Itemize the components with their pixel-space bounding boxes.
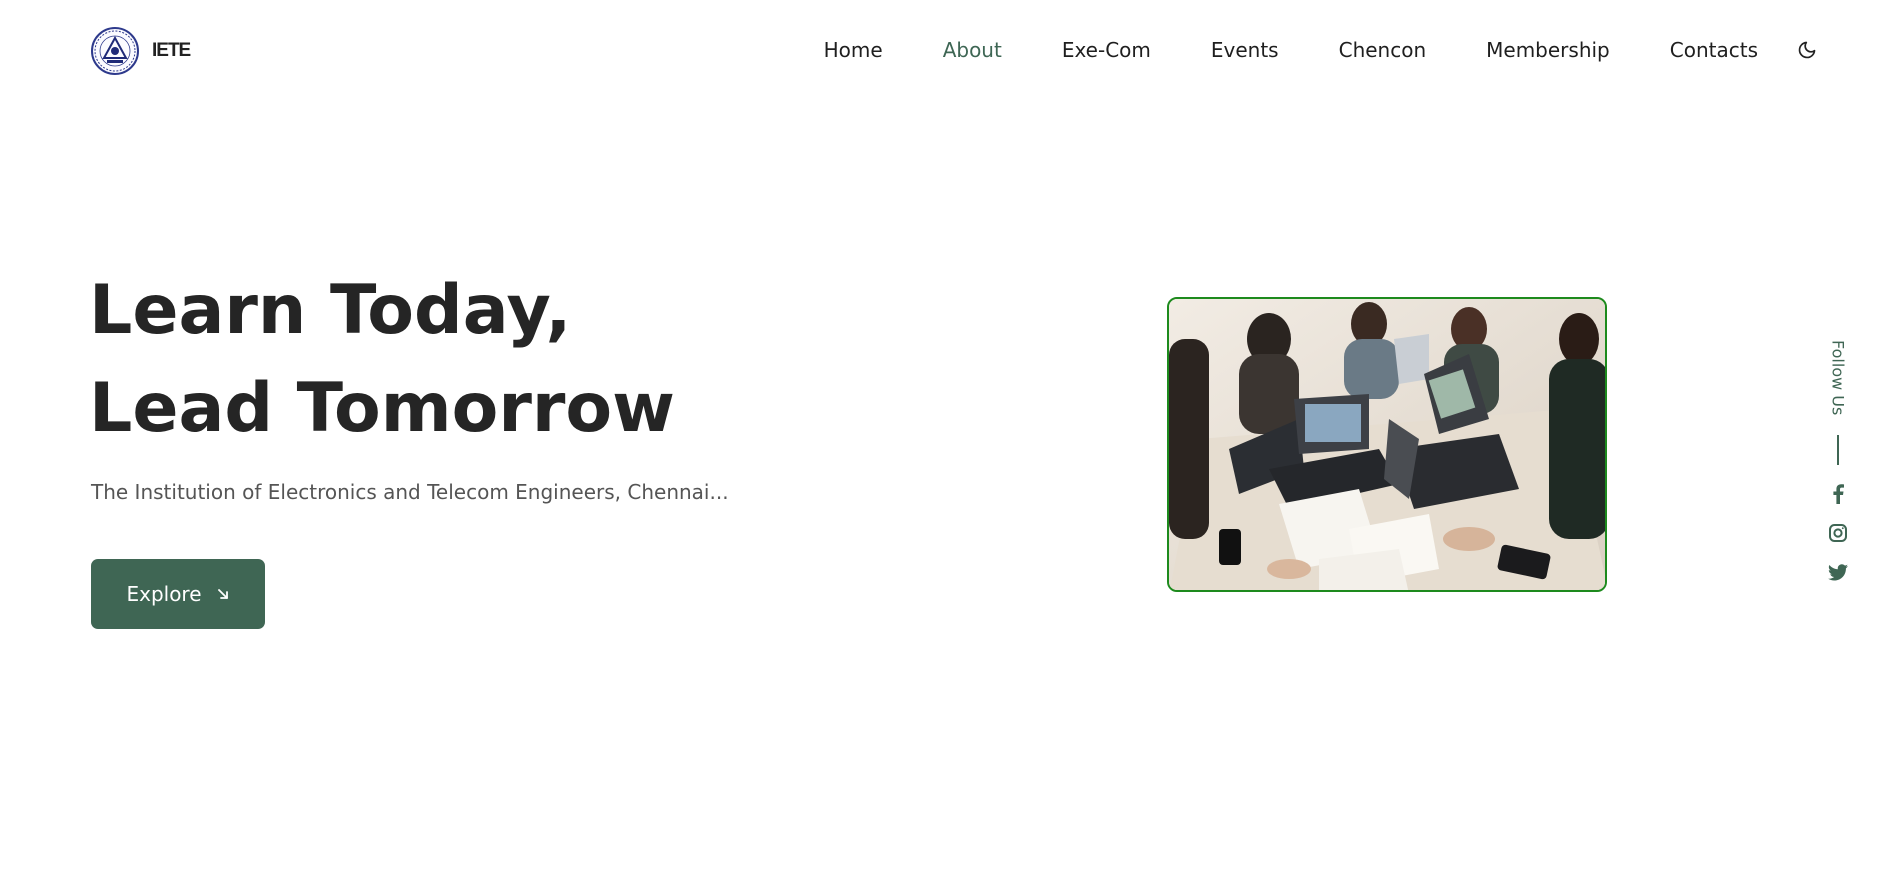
arrow-down-right-icon [217, 589, 228, 599]
social-rail: Follow Us [1824, 340, 1852, 600]
hero-title-line-2: Lead Tomorrow [89, 369, 675, 448]
facebook-link[interactable] [1827, 483, 1849, 505]
instagram-link[interactable] [1827, 522, 1849, 544]
follow-us-label: Follow Us [1828, 340, 1848, 416]
page: IETE Home About Exe-Com Events Chencon M… [0, 0, 1900, 871]
nav-about[interactable]: About [943, 38, 1002, 62]
nav-events[interactable]: Events [1211, 38, 1279, 62]
instagram-icon [1829, 524, 1847, 543]
site-header: IETE Home About Exe-Com Events Chencon M… [0, 0, 1900, 100]
hero-title-line-1: Learn Today, [89, 271, 572, 350]
brand-link[interactable]: IETE [91, 27, 191, 75]
nav-chencon[interactable]: Chencon [1339, 38, 1427, 62]
nav-membership[interactable]: Membership [1486, 38, 1610, 62]
moon-icon [1798, 41, 1816, 59]
facebook-icon [1833, 484, 1844, 505]
brand-name: IETE [152, 40, 191, 61]
nav-home[interactable]: Home [824, 38, 883, 62]
follow-divider [1837, 435, 1839, 466]
hero-title: Learn Today, Lead Tomorrow [89, 262, 675, 458]
explore-button[interactable]: Explore [91, 559, 265, 629]
explore-button-label: Explore [126, 582, 202, 606]
theme-toggle-button[interactable] [1795, 38, 1819, 62]
hero-image [1167, 297, 1607, 592]
twitter-link[interactable] [1827, 561, 1849, 583]
iete-emblem-logo [91, 27, 139, 75]
nav-contacts[interactable]: Contacts [1670, 38, 1758, 62]
twitter-icon [1828, 564, 1848, 581]
nav-exe-com[interactable]: Exe-Com [1062, 38, 1151, 62]
hero-subtitle: The Institution of Electronics and Telec… [91, 480, 729, 504]
main-nav: Home About Exe-Com Events Chencon Member… [824, 38, 1758, 62]
